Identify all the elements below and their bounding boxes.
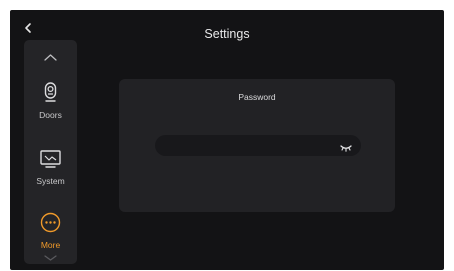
chevron-up-icon — [44, 54, 57, 61]
sidebar-item-system[interactable]: System — [24, 146, 77, 198]
password-panel: Password — [119, 79, 395, 212]
sidebar-item-label: More — [40, 240, 61, 250]
sidebar-item-doors[interactable]: Doors — [24, 80, 77, 132]
eye-closed-icon — [340, 145, 352, 152]
password-input[interactable] — [155, 135, 361, 156]
panel-title: Password — [238, 92, 276, 102]
sidebar: Doors System More — [24, 40, 77, 264]
more-dots-icon — [38, 210, 63, 235]
page-title: Settings — [204, 27, 250, 41]
scroll-down-button[interactable] — [42, 250, 59, 261]
settings-screen: Settings Doors System More Password — [10, 10, 444, 270]
sidebar-item-label: System — [36, 176, 65, 186]
scroll-up-button[interactable] — [42, 49, 59, 61]
show-password-toggle[interactable] — [339, 140, 353, 152]
monitor-icon — [38, 146, 63, 171]
sidebar-item-label: Doors — [39, 110, 62, 120]
intercom-camera-icon — [38, 80, 63, 105]
chevron-down-icon — [44, 255, 57, 261]
